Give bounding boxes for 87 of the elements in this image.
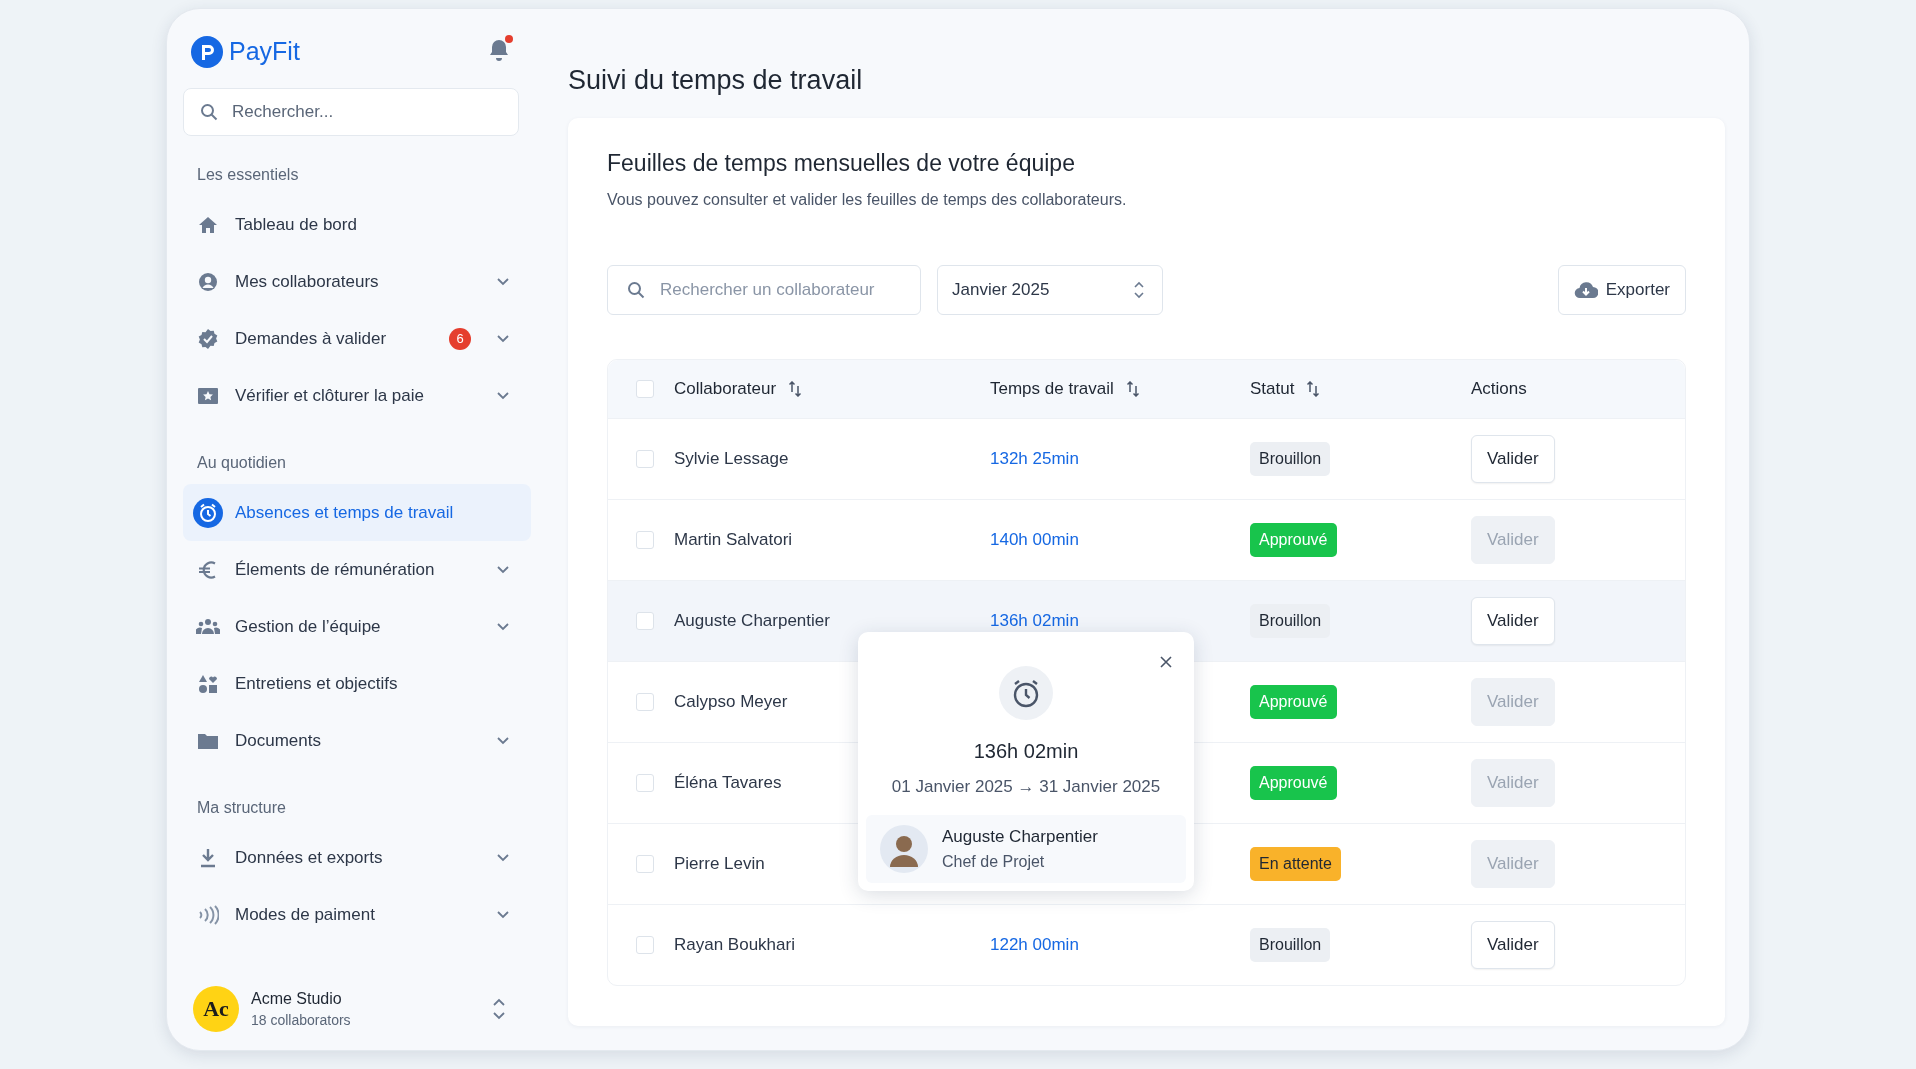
status-badge: Brouillon <box>1250 604 1331 638</box>
bell-icon <box>487 37 511 63</box>
home-icon <box>198 215 218 234</box>
person-name: Auguste Charpentier <box>942 827 1098 847</box>
organization-subtitle: 18 collaborators <box>251 1012 352 1028</box>
alarm-clock-icon <box>999 666 1053 720</box>
sort-icon <box>788 381 803 397</box>
table-row[interactable]: Sylvie Lessage 132h 25min Brouillon Valider <box>608 418 1685 499</box>
row-checkbox[interactable] <box>636 855 654 873</box>
organization-avatar: Ac <box>193 986 239 1032</box>
alarm-clock-icon <box>193 497 223 528</box>
count-badge: 6 <box>449 327 471 350</box>
popover-date-range: 01 Janvier 2025 → 31 Janvier 2025 <box>891 777 1161 797</box>
chevron-up-down-icon <box>1134 281 1144 299</box>
table-row[interactable]: Rayan Boukhari 122h 00min Brouillon Valider <box>608 904 1685 985</box>
sidebar-item[interactable]: Élements de rémunération <box>183 541 531 598</box>
row-checkbox[interactable] <box>636 936 654 954</box>
sort-icon <box>1125 381 1140 397</box>
column-header[interactable]: Temps de travail <box>990 379 1140 399</box>
page-title: Suivi du temps de travail <box>568 65 864 96</box>
work-time-link[interactable]: 136h 02min <box>990 611 1079 631</box>
waves-icon <box>197 904 219 925</box>
sidebar-item[interactable]: Entretiens et objectifs <box>183 655 531 712</box>
sort-icon <box>1306 381 1321 397</box>
sidebar-item[interactable]: Gestion de l’équipe <box>183 598 531 655</box>
sidebar-item[interactable]: Vérifier et clôturer la paie <box>183 367 531 424</box>
card-title: Feuilles de temps mensuelles de votre équipe <box>607 150 1076 177</box>
column-header[interactable]: Statut <box>1250 379 1321 399</box>
chevron-up-down-icon <box>493 998 505 1020</box>
row-checkbox[interactable] <box>636 612 654 630</box>
sidebar-item[interactable]: Données et exports <box>183 829 531 886</box>
sidebar-item[interactable]: Mes collaborateurs <box>183 253 531 310</box>
validate-button[interactable]: Valider <box>1471 921 1555 969</box>
person-role: Chef de Projet <box>942 853 1046 871</box>
work-time-link[interactable]: 122h 00min <box>990 935 1079 955</box>
status-badge: Approuvé <box>1250 766 1337 800</box>
employee-name: Calypso Meyer <box>674 692 788 712</box>
row-checkbox[interactable] <box>636 531 654 549</box>
logo-icon <box>191 35 223 68</box>
badge-check-icon <box>197 327 219 350</box>
section-title: Les essentiels <box>196 165 300 185</box>
row-checkbox[interactable] <box>636 693 654 711</box>
avatar-silhouette-icon <box>880 825 928 873</box>
select-all-checkbox[interactable] <box>636 380 654 398</box>
validate-button[interactable]: Valider <box>1471 435 1555 483</box>
organization-switcher[interactable]: Ac Acme Studio 18 collaborators <box>183 986 525 1032</box>
people-icon <box>196 617 220 636</box>
status-badge: En attente <box>1250 847 1341 881</box>
work-time-link[interactable]: 132h 25min <box>990 449 1079 469</box>
section-title: Au quotidien <box>196 453 287 473</box>
status-badge: Approuvé <box>1250 685 1337 719</box>
organization-name: Acme Studio <box>251 990 343 1008</box>
employee-name: Pierre Levin <box>674 854 765 874</box>
close-icon <box>1160 656 1172 668</box>
folder-icon <box>197 731 219 750</box>
employee-name: Éléna Tavares <box>674 773 782 793</box>
employee-name: Martin Salvatori <box>674 530 793 550</box>
shapes-icon <box>198 673 218 694</box>
status-badge: Brouillon <box>1250 928 1331 962</box>
status-badge: Approuvé <box>1250 523 1337 557</box>
validate-button[interactable]: Valider <box>1471 597 1555 645</box>
export-button[interactable]: Exporter <box>1557 265 1686 315</box>
cloud-download-icon <box>1573 281 1598 299</box>
sidebar-item[interactable]: Modes de paiment <box>183 886 531 943</box>
employee-name: Auguste Charpentier <box>674 611 830 631</box>
search-field[interactable]: Rechercher... <box>183 88 519 136</box>
user-icon <box>198 271 218 292</box>
card-subtitle: Vous pouvez consulter et valider les feuilles de temps des collaborateurs. <box>607 191 1128 209</box>
section-title: Ma structure <box>196 798 287 818</box>
status-badge: Brouillon <box>1250 442 1331 476</box>
popover-duration: 136h 02min <box>973 740 1079 763</box>
column-header: Actions <box>1471 379 1527 399</box>
work-time-link[interactable]: 140h 00min <box>990 530 1079 550</box>
sidebar-item[interactable]: Absences et temps de travail <box>183 484 531 541</box>
row-checkbox[interactable] <box>636 774 654 792</box>
sidebar-item[interactable]: Demandes à valider 6 <box>183 310 531 367</box>
period-select[interactable]: Janvier 2025 <box>937 265 1163 315</box>
download-icon <box>198 847 218 868</box>
employee-name: Rayan Boukhari <box>674 935 795 955</box>
brand-name: PayFit <box>229 37 300 66</box>
search-field[interactable]: Rechercher un collaborateur <box>607 265 921 315</box>
row-checkbox[interactable] <box>636 450 654 468</box>
column-header[interactable]: Collaborateur <box>674 379 803 399</box>
sidebar-item[interactable]: Tableau de bord <box>183 196 531 253</box>
sidebar-item[interactable]: Documents <box>183 712 531 769</box>
employee-name: Sylvie Lessage <box>674 449 789 469</box>
star-ticket-icon <box>197 386 219 405</box>
